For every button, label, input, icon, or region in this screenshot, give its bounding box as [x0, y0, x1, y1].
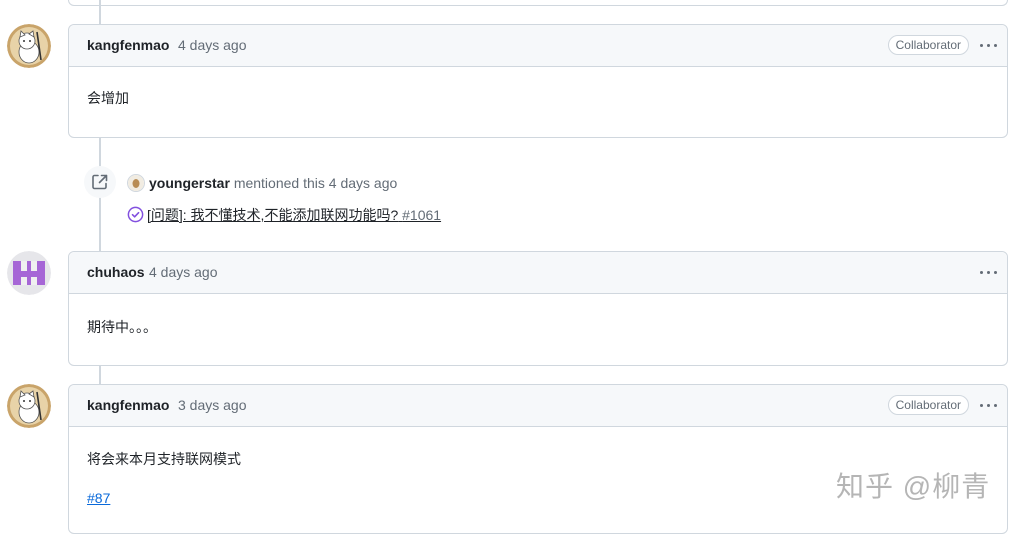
avatar[interactable]	[7, 384, 51, 428]
identicon-avatar-icon	[7, 251, 51, 295]
mention-action: mentioned this	[233, 175, 325, 191]
mention-actor[interactable]: youngerstar	[149, 175, 230, 191]
collaborator-badge: Collaborator	[887, 395, 969, 415]
issue-reference-link[interactable]: #87	[87, 490, 110, 506]
issue-title-link[interactable]: [问题]: 我不懂技术,不能添加联网功能吗? #1061	[147, 207, 441, 223]
comment-header: chuhaos 4 days ago	[69, 252, 1007, 294]
check-circle-icon	[127, 206, 144, 223]
comment-card: kangfenmao 4 days ago Collaborator 会增加	[68, 24, 1008, 138]
potato-avatar-icon	[128, 175, 144, 191]
cat-avatar-icon	[7, 384, 51, 428]
actor-avatar[interactable]	[127, 174, 145, 192]
mention-time[interactable]: 4 days ago	[329, 175, 398, 191]
kebab-horizontal-icon[interactable]	[977, 34, 999, 56]
comment-timestamp[interactable]: 4 days ago	[178, 37, 247, 53]
comment-author[interactable]: kangfenmao	[87, 37, 169, 53]
comment-timestamp[interactable]: 4 days ago	[149, 264, 218, 280]
comment-body: 会增加	[87, 90, 129, 106]
mention-event: youngerstar mentioned this 4 days ago	[127, 174, 397, 192]
link-external-icon	[92, 174, 108, 190]
cat-avatar-icon	[7, 24, 51, 68]
comment-timestamp[interactable]: 3 days ago	[178, 397, 247, 413]
comment-body: 将会来本月支持联网模式	[87, 451, 241, 467]
avatar[interactable]	[7, 251, 51, 295]
timeline-line-bottom	[99, 366, 101, 384]
comment-header: kangfenmao 3 days ago Collaborator	[69, 385, 1007, 427]
comment-body: 期待中。。。	[87, 319, 157, 335]
watermark: 知乎 @柳青	[836, 471, 991, 502]
comment-header: kangfenmao 4 days ago Collaborator	[69, 25, 1007, 67]
comment-card: kangfenmao 3 days ago Collaborator 将会来本月…	[68, 384, 1008, 534]
event-badge	[84, 166, 116, 198]
comment-card: chuhaos 4 days ago 期待中。。。	[68, 251, 1008, 366]
collaborator-badge: Collaborator	[887, 35, 969, 55]
comment-author[interactable]: chuhaos	[87, 264, 145, 280]
comment-author[interactable]: kangfenmao	[87, 397, 169, 413]
previous-comment-box	[68, 0, 1008, 6]
avatar[interactable]	[7, 24, 51, 68]
referenced-issue: [问题]: 我不懂技术,不能添加联网功能吗? #1061	[127, 205, 441, 225]
kebab-horizontal-icon[interactable]	[977, 394, 999, 416]
kebab-horizontal-icon[interactable]	[977, 261, 999, 283]
issue-number[interactable]: #1061	[402, 207, 441, 223]
